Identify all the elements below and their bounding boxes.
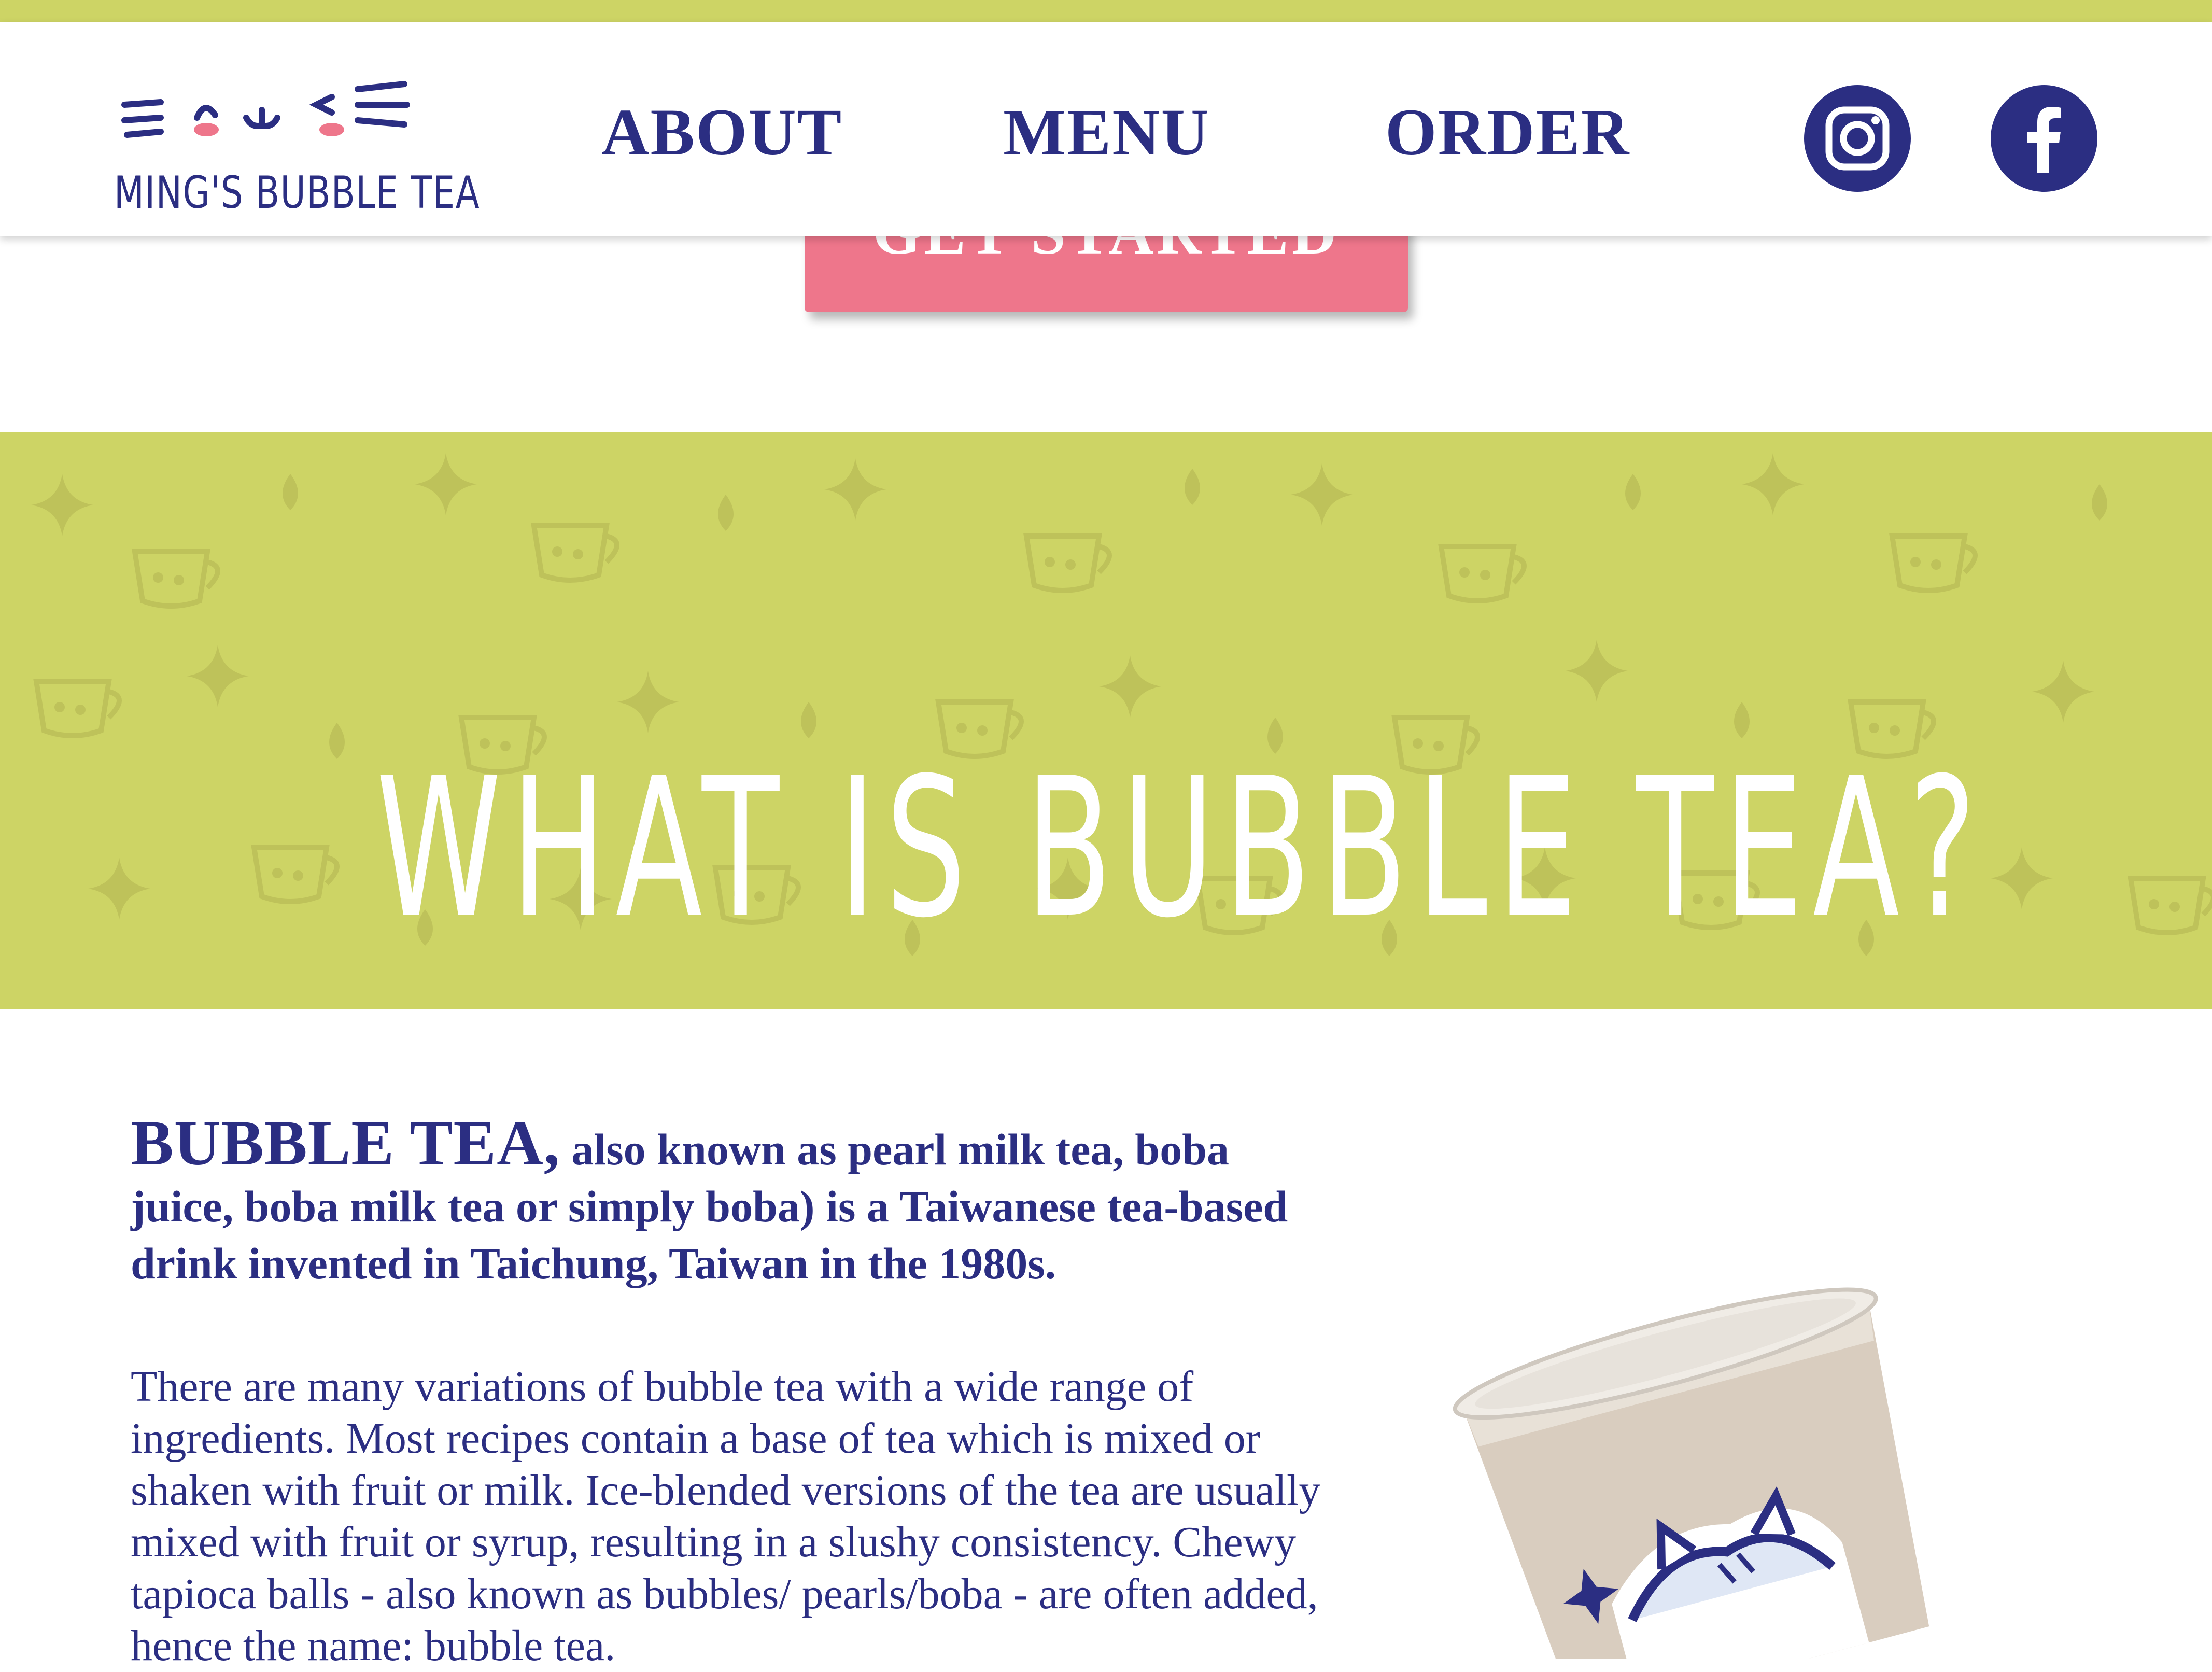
brand-logo[interactable]: MING'S BUBBLE TEA [114,53,480,219]
bubble-tea-description: There are many variations of bubble tea … [131,1362,1321,1670]
intro-lead: BUBBLE TEA, [131,1107,560,1178]
nav-link-order[interactable]: ORDER [1385,94,1630,171]
facebook-button[interactable] [1991,85,2097,192]
facebook-icon [2027,107,2061,173]
nav-link-about[interactable]: ABOUT [601,94,842,171]
cat-face-icon [121,81,410,138]
instagram-icon [1825,106,1890,171]
instagram-button[interactable] [1804,85,1911,192]
brand-name: MING'S BUBBLE TEA [114,167,481,219]
banner-title: WHAT IS BUBBLE TEA? [376,737,1986,960]
nav-link-menu[interactable]: MENU [1003,94,1210,171]
site-header: MING'S BUBBLE TEA ABOUT MENU ORDER [0,22,2212,236]
bubble-tea-cup-image [1453,1287,1929,1659]
what-is-bubble-tea-banner: WHAT IS BUBBLE TEA? [0,432,2212,1009]
top-accent-strip [0,0,2212,22]
bubble-tea-intro: BUBBLE TEA, also known as pearl milk tea… [131,1111,1302,1292]
